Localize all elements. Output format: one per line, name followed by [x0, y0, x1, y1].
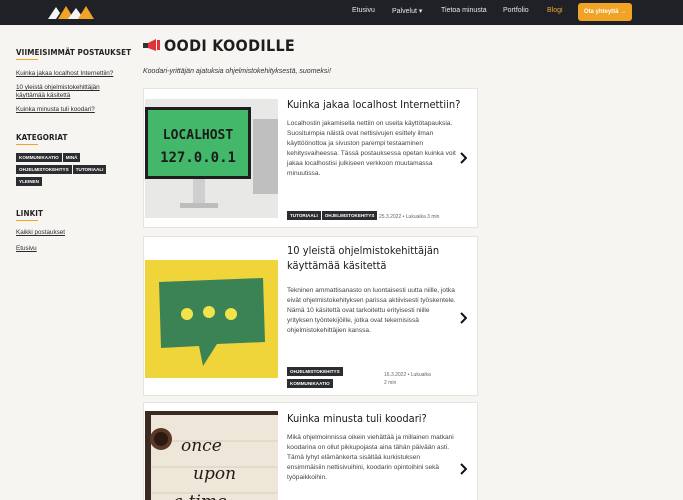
post-title[interactable]: Kuinka jakaa localhost Internettiin?	[287, 97, 462, 112]
category-tag[interactable]: YLEINEN	[16, 177, 42, 186]
recent-post-link[interactable]: 10 yleistä ohjelmistokehittäjän käyttämä…	[16, 84, 111, 100]
recent-post-link[interactable]: Kuinka jakaa localhost Internettiin?	[16, 70, 116, 78]
categories-heading: KATEGORIAT	[16, 133, 116, 145]
page-title: OODI KOODILLE	[164, 36, 296, 55]
post-excerpt: Tekninen ammattisanasto on luontaisesti …	[287, 287, 456, 334]
chevron-right-icon[interactable]	[459, 312, 467, 324]
nav-link-etusivu[interactable]: Etusivu	[352, 7, 375, 14]
home-link[interactable]: Etusivu	[16, 245, 116, 253]
post-image-notebook: once upon a time	[145, 411, 278, 500]
all-posts-link[interactable]: Kaikki postaukset	[16, 229, 116, 237]
sidebar: VIIMEISIMMÄT POSTAUKSET Kuinka jakaa loc…	[16, 48, 131, 253]
site-logo[interactable]	[46, 4, 96, 20]
time-image-text: a time	[173, 492, 227, 500]
recent-posts-heading: VIIMEISIMMÄT POSTAUKSET	[16, 48, 131, 60]
post-card[interactable]: LOCALHOST 127.0.0.1 Kuinka jakaa localho…	[143, 88, 478, 228]
nav-link-tietoa-minusta[interactable]: Tietoa minusta	[441, 7, 487, 14]
upon-image-text: upon	[193, 464, 236, 484]
nav-link-blogi[interactable]: Blogi	[547, 7, 563, 14]
post-card[interactable]: once upon a time Kuinka minusta tuli koo…	[143, 402, 478, 500]
post-card[interactable]: 10 yleistä ohjelmistokehittäjän käyttämä…	[143, 236, 478, 396]
nav-link-palvelut[interactable]: Palvelut ▾	[392, 7, 422, 15]
post-image-speech-bubble	[145, 260, 278, 378]
post-excerpt: Mikä ohjelmoinnissa oikein viehättää ja …	[287, 434, 454, 481]
post-tag[interactable]: KOMMUNIKAATIO	[287, 379, 333, 388]
post-tag[interactable]: OHJELMISTOKEHITYS	[287, 367, 343, 376]
category-tag[interactable]: OHJELMISTOKEHITYS	[16, 165, 72, 174]
post-title[interactable]: 10 yleistä ohjelmistokehittäjän käyttämä…	[287, 243, 462, 273]
links-heading: LINKIT	[16, 209, 116, 221]
chevron-right-icon[interactable]	[459, 152, 467, 164]
category-tag[interactable]: KOMMUNIKAATIO	[16, 153, 62, 162]
page-tagline: Koodari-yrittäjän ajatuksia ohjelmistoke…	[143, 68, 331, 75]
category-tag[interactable]: TUTORIAALI	[72, 165, 107, 174]
post-tag[interactable]: OHJELMISTOKEHITYS	[321, 211, 378, 220]
code-megaphone-icon	[143, 39, 160, 51]
nav-link-portfolio[interactable]: Portfolio	[503, 7, 529, 14]
ip-image-text: 127.0.0.1	[160, 150, 236, 166]
once-image-text: once	[181, 436, 222, 456]
post-meta: 25.3.2022 • Lukuaika 3 min	[379, 214, 440, 220]
post-title[interactable]: Kuinka minusta tuli koodari?	[287, 411, 462, 426]
contact-button[interactable]: Ota yhteyttä →	[578, 3, 632, 21]
localhost-image-text: LOCALHOST	[163, 128, 234, 143]
post-image-localhost: LOCALHOST 127.0.0.1	[145, 99, 278, 218]
chevron-right-icon[interactable]	[459, 463, 467, 475]
post-tag[interactable]: TUTORIAALI	[287, 211, 321, 220]
category-tag[interactable]: MINÄ	[62, 153, 81, 162]
post-meta: 16.3.2022 • Lukuaika 2 min	[384, 372, 431, 386]
top-navigation-bar: Etusivu Palvelut ▾ Tietoa minusta Portfo…	[0, 0, 683, 25]
recent-post-link[interactable]: Kuinka minusta tuli koodari?	[16, 106, 116, 114]
post-excerpt: Localhostin jakamisella nettiin on useit…	[287, 120, 456, 177]
